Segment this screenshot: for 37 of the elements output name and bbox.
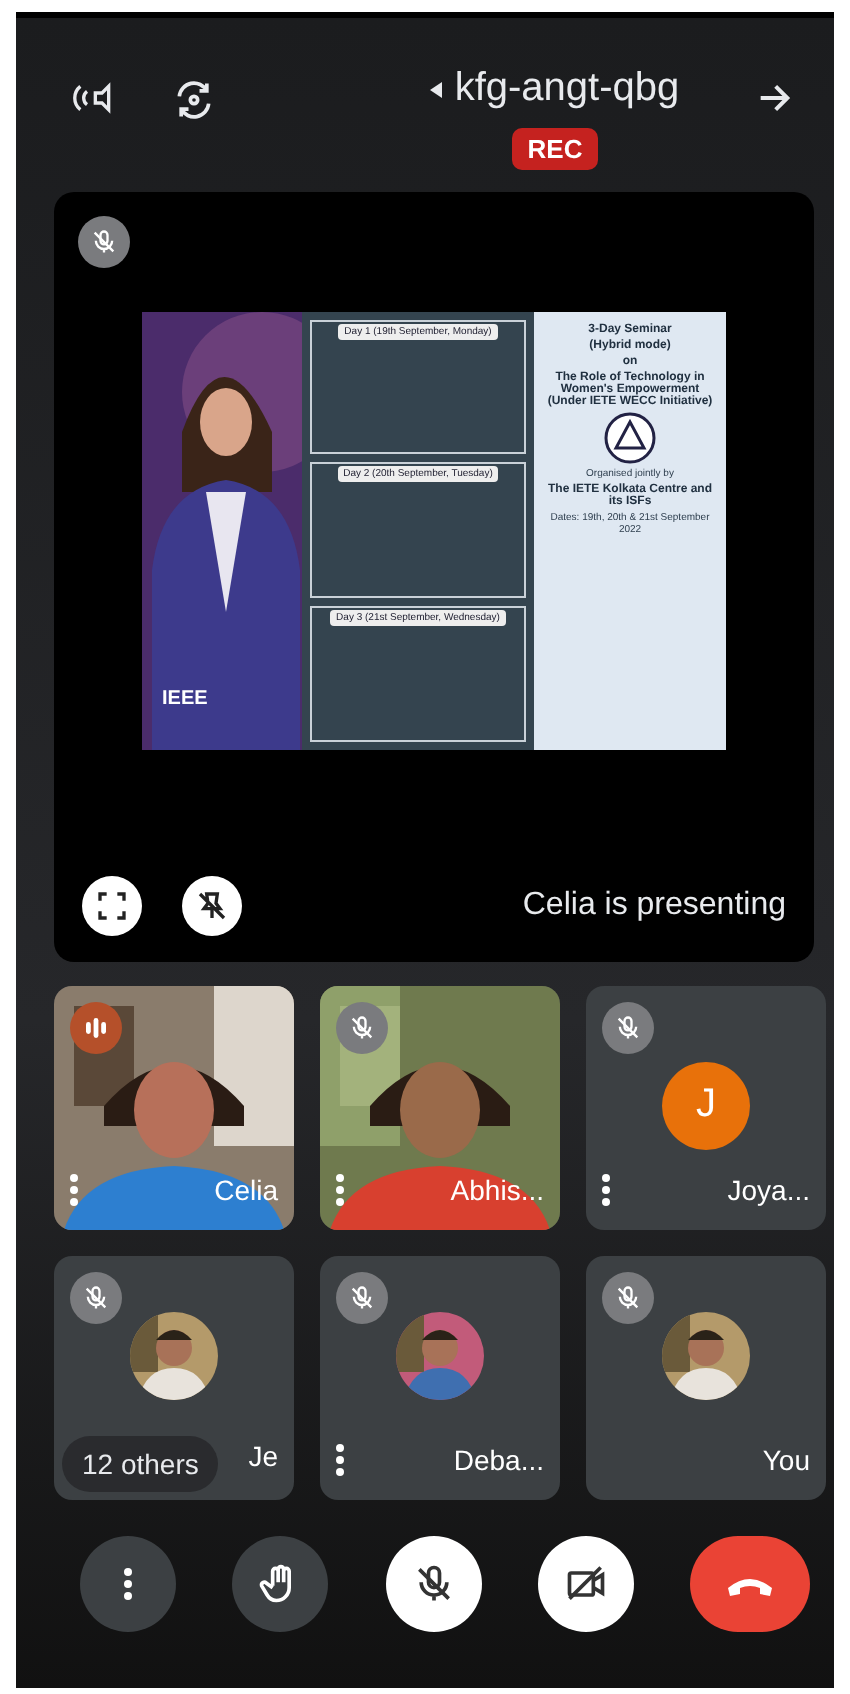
participant-tile[interactable]: J Joya... bbox=[586, 985, 826, 1230]
mic-off-icon bbox=[348, 1013, 376, 1042]
participant-name: Je bbox=[248, 1439, 278, 1472]
more-button[interactable] bbox=[336, 1443, 344, 1476]
mic-off-icon bbox=[348, 1283, 376, 1312]
participant-name: Deba... bbox=[453, 1443, 544, 1476]
avatar-initial: J bbox=[662, 1061, 750, 1150]
participant-name: Celia bbox=[214, 1173, 278, 1206]
participant-name: Abhis... bbox=[450, 1173, 544, 1206]
more-icon bbox=[602, 1173, 610, 1206]
participant-tile[interactable]: Abhis... bbox=[320, 985, 560, 1230]
others-chip[interactable]: 12 others bbox=[62, 1435, 219, 1492]
end-call-icon[interactable] bbox=[690, 1535, 810, 1632]
more-button[interactable] bbox=[336, 1173, 344, 1206]
recording-badge: REC bbox=[511, 128, 599, 170]
mic-off-icon bbox=[614, 1283, 642, 1312]
poster-logo: IEEE bbox=[162, 687, 208, 710]
participant-tile[interactable]: You bbox=[586, 1255, 826, 1500]
participant-tile[interactable]: Deba... bbox=[320, 1255, 560, 1500]
more-icon bbox=[336, 1173, 344, 1206]
more-icon bbox=[336, 1443, 344, 1476]
participant-name: You bbox=[762, 1443, 810, 1476]
participant-tile[interactable]: Celia bbox=[54, 985, 294, 1230]
more-icon bbox=[124, 1567, 132, 1600]
meeting-code[interactable]: kfg-angt-qbg bbox=[430, 66, 680, 112]
caret-icon bbox=[430, 81, 443, 97]
participant-tile[interactable]: 12 others Je bbox=[54, 1255, 294, 1500]
participant-name: Joya... bbox=[727, 1173, 810, 1206]
unpin-icon[interactable] bbox=[182, 875, 242, 936]
more-button[interactable] bbox=[602, 1173, 610, 1206]
more-icon bbox=[70, 1173, 78, 1206]
mic-off-icon bbox=[82, 1283, 110, 1312]
mic-off-icon bbox=[614, 1013, 642, 1042]
emblem-icon bbox=[604, 411, 656, 464]
presenting-caption: Celia is presenting bbox=[522, 887, 786, 924]
fullscreen-icon[interactable] bbox=[82, 875, 142, 936]
mic-off-icon bbox=[90, 227, 118, 256]
